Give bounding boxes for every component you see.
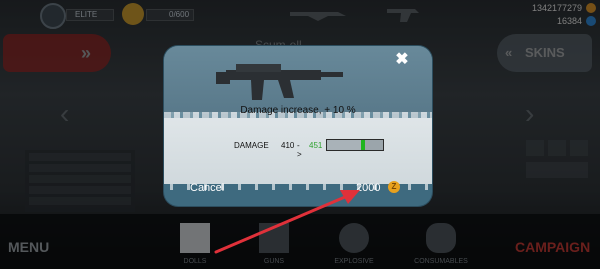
- buy-price-button[interactable]: 2000: [356, 182, 380, 194]
- damage-bar: [326, 139, 384, 151]
- coin-icon[interactable]: Z: [388, 181, 400, 193]
- damage-bar-increase: [360, 140, 366, 150]
- close-button[interactable]: ✖: [394, 52, 410, 68]
- damage-label: DAMAGE: [234, 141, 269, 150]
- damage-new-value: 451: [309, 141, 323, 150]
- upgrade-description: Damage increase, + 10 %: [240, 105, 356, 116]
- upgrade-dialog: ✖ Damage increase, + 10 % DAMAGE 410 -> …: [164, 46, 432, 206]
- cancel-button[interactable]: Cancel: [190, 182, 224, 194]
- damage-arrow: ->: [297, 141, 302, 159]
- damage-old-value: 410: [281, 141, 295, 150]
- damage-bar-base: [327, 140, 361, 150]
- gun-icon: [216, 64, 343, 100]
- dialog-header: ✖: [164, 46, 432, 114]
